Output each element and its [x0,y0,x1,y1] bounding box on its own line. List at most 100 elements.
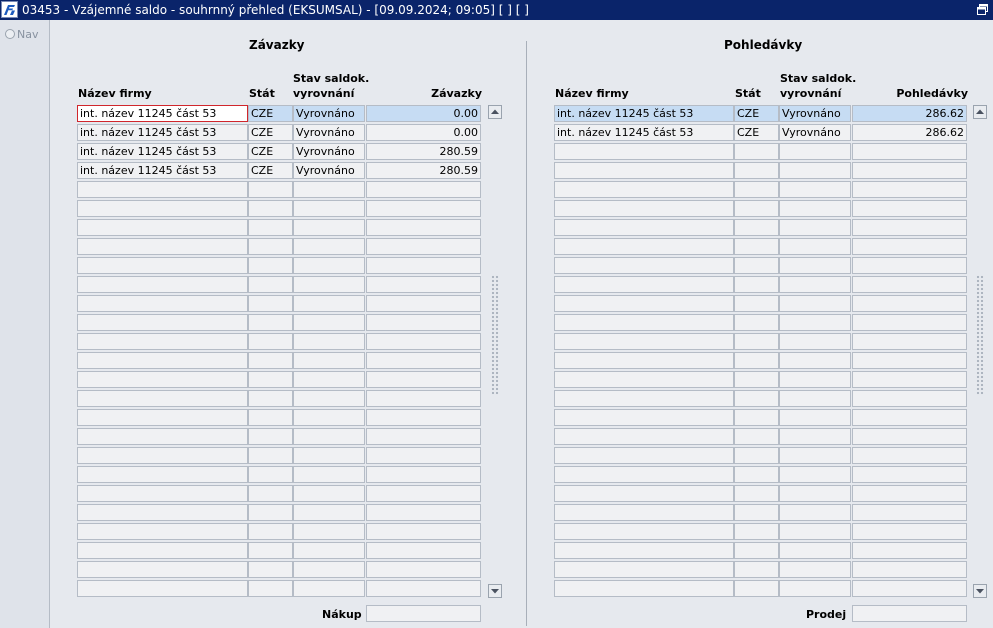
cell-amount[interactable] [852,181,967,198]
cell-status[interactable] [293,466,365,483]
cell-amount[interactable]: 0.00 [366,124,481,141]
cell-amount[interactable] [366,238,481,255]
scroll-track[interactable] [488,119,502,584]
cell-state[interactable] [248,561,293,578]
cell-status[interactable]: Vyrovnáno [293,162,365,179]
cell-name[interactable] [554,219,734,236]
cell-name[interactable] [554,200,734,217]
cell-amount[interactable] [852,409,967,426]
cell-amount[interactable] [366,352,481,369]
nav-tab[interactable]: Nav [2,26,46,42]
cell-name[interactable] [554,352,734,369]
cell-status[interactable] [293,542,365,559]
cell-state[interactable] [248,181,293,198]
cell-state[interactable] [734,200,779,217]
cell-state[interactable] [248,200,293,217]
cell-state[interactable] [248,428,293,445]
cell-status[interactable] [779,371,851,388]
cell-status[interactable] [293,276,365,293]
sales-total-field[interactable] [852,605,967,622]
cell-status[interactable] [779,428,851,445]
cell-amount[interactable] [852,143,967,160]
cell-amount[interactable] [852,504,967,521]
cell-status[interactable] [293,333,365,350]
cell-name[interactable] [77,314,248,331]
cell-name[interactable]: int. název 11245 část 53 [77,162,248,179]
cell-name[interactable] [554,276,734,293]
cell-status[interactable] [293,485,365,502]
cell-status[interactable]: Vyrovnáno [779,105,851,122]
cell-status[interactable] [779,466,851,483]
cell-amount[interactable] [852,561,967,578]
cell-state[interactable] [248,409,293,426]
cell-status[interactable]: Vyrovnáno [293,124,365,141]
cell-state[interactable]: CZE [734,105,779,122]
cell-state[interactable]: CZE [248,124,293,141]
cell-state[interactable] [248,219,293,236]
cell-status[interactable] [779,238,851,255]
cell-amount[interactable] [852,352,967,369]
cell-status[interactable] [293,238,365,255]
cell-name[interactable] [77,200,248,217]
cell-status[interactable] [293,219,365,236]
receivables-scrollbar[interactable] [973,105,987,598]
cell-name[interactable] [77,219,248,236]
cell-status[interactable] [293,580,365,597]
cell-name[interactable] [77,447,248,464]
cell-state[interactable] [734,409,779,426]
cell-state[interactable] [734,580,779,597]
cell-name[interactable]: int. název 11245 část 53 [77,105,248,122]
cell-status[interactable] [293,523,365,540]
cell-status[interactable] [779,447,851,464]
cell-status[interactable] [779,181,851,198]
cell-state[interactable] [248,257,293,274]
cell-state[interactable] [248,523,293,540]
cell-amount[interactable]: 0.00 [366,105,481,122]
cell-amount[interactable] [366,447,481,464]
cell-status[interactable] [779,409,851,426]
cell-amount[interactable] [852,447,967,464]
cell-amount[interactable]: 280.59 [366,143,481,160]
cell-state[interactable] [248,276,293,293]
arrow-down-icon[interactable] [973,584,987,598]
cell-name[interactable]: int. název 11245 část 53 [77,143,248,160]
cell-name[interactable] [77,333,248,350]
cell-amount[interactable] [366,257,481,274]
cell-name[interactable] [554,428,734,445]
cell-name[interactable] [554,485,734,502]
cell-name[interactable] [77,542,248,559]
cell-status[interactable] [779,485,851,502]
cell-state[interactable] [248,504,293,521]
cell-status[interactable] [293,200,365,217]
scroll-grip[interactable] [491,275,499,395]
cell-state[interactable] [734,333,779,350]
purchase-total-field[interactable] [366,605,481,622]
cell-state[interactable] [734,428,779,445]
payables-scrollbar[interactable] [488,105,502,598]
cell-amount[interactable] [852,542,967,559]
cell-state[interactable] [248,238,293,255]
cell-name[interactable] [77,238,248,255]
cell-name[interactable] [77,485,248,502]
cell-amount[interactable] [852,371,967,388]
cell-state[interactable] [248,580,293,597]
cell-state[interactable] [734,295,779,312]
cell-name[interactable] [77,295,248,312]
cell-amount[interactable]: 286.62 [852,124,967,141]
cell-state[interactable] [734,523,779,540]
cell-state[interactable] [734,447,779,464]
cell-amount[interactable] [852,390,967,407]
cell-amount[interactable] [366,523,481,540]
cell-name[interactable] [77,371,248,388]
cell-amount[interactable] [852,276,967,293]
cell-status[interactable] [293,390,365,407]
cell-name[interactable] [77,390,248,407]
cell-status[interactable] [293,352,365,369]
cell-name[interactable] [77,580,248,597]
cell-state[interactable]: CZE [248,162,293,179]
cell-amount[interactable] [852,580,967,597]
cell-status[interactable] [779,295,851,312]
cell-state[interactable] [734,371,779,388]
cell-state[interactable] [734,162,779,179]
cell-name[interactable] [554,295,734,312]
